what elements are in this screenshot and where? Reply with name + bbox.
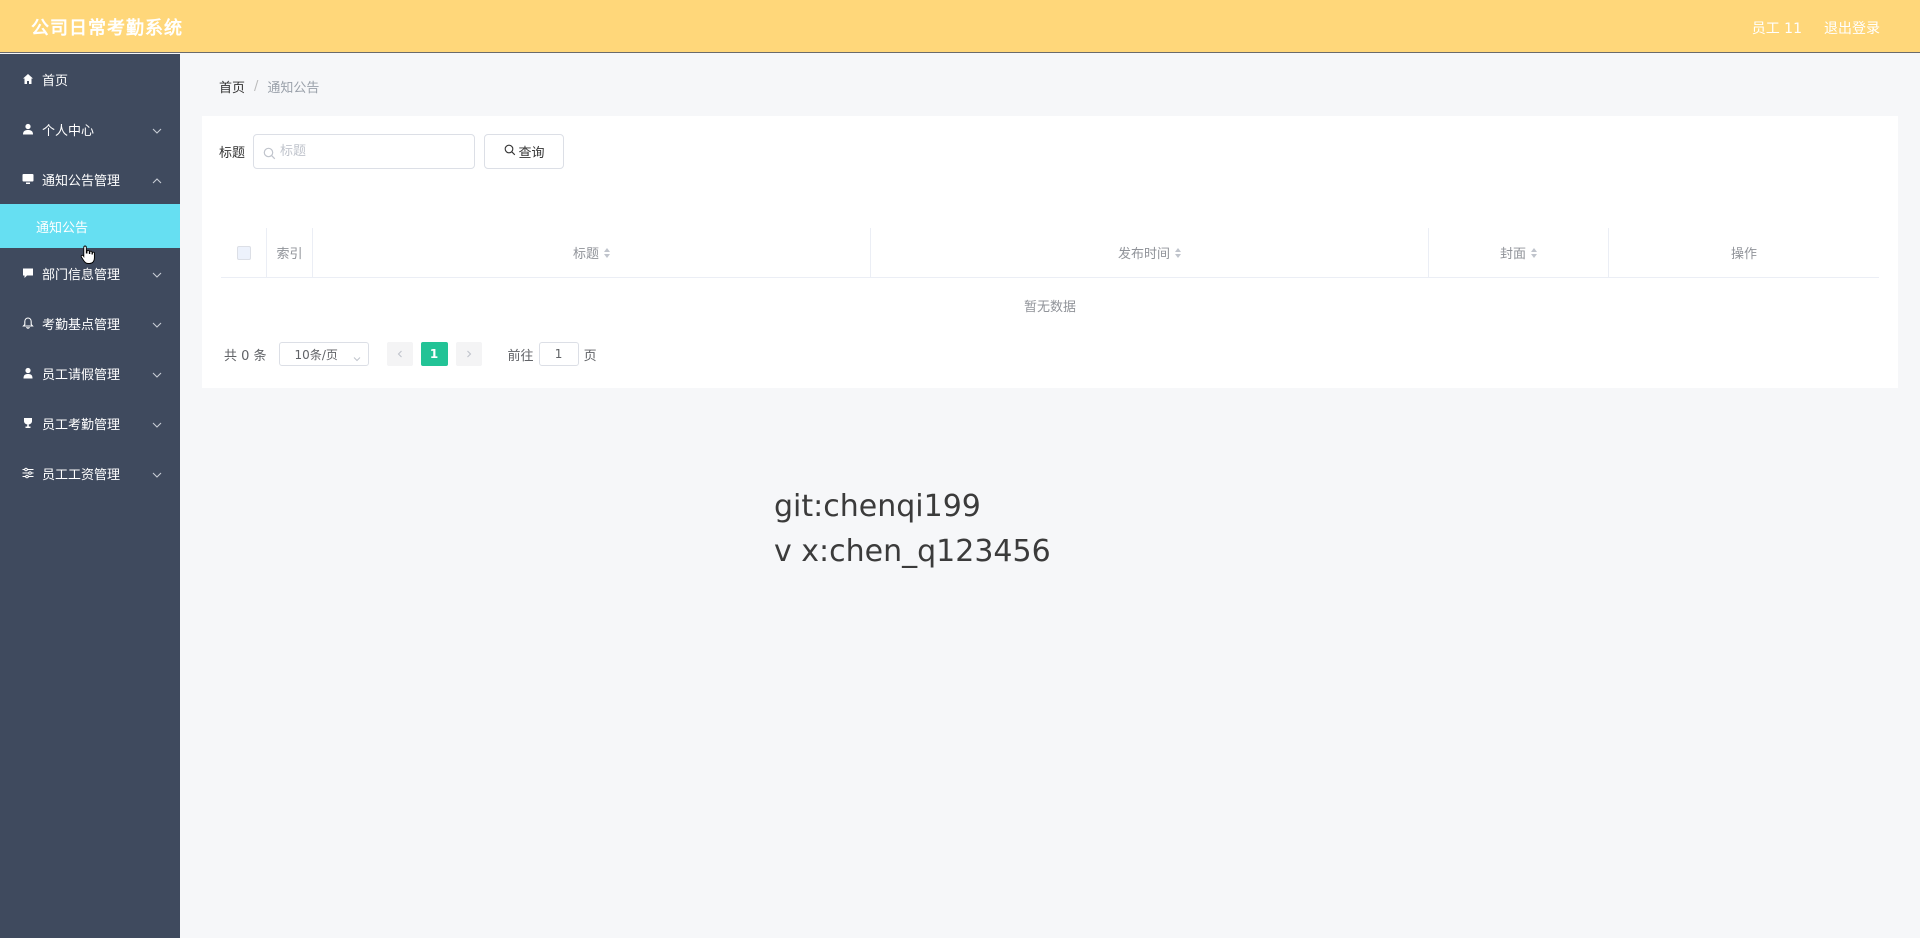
chevron-down-icon xyxy=(152,418,162,428)
sidebar-item-label: 部门信息管理 xyxy=(42,267,121,283)
pagination: 共 0 条 10条/页 1 前往 1 页 xyxy=(224,342,597,366)
page-jump-input[interactable]: 1 xyxy=(538,342,579,366)
search-icon xyxy=(263,145,276,160)
watermark-line: git:chenqi199 xyxy=(774,489,981,524)
page-jump: 前往 1 页 xyxy=(508,342,597,366)
sidebar-item-label: 个人中心 xyxy=(42,123,95,139)
sort-icon[interactable] xyxy=(604,247,610,258)
column-header-label: 标题 xyxy=(572,247,599,262)
column-select-all xyxy=(221,228,267,277)
page-number-current[interactable]: 1 xyxy=(420,342,448,366)
app-title: 公司日常考勤系统 xyxy=(31,18,183,39)
logout-button[interactable]: 退出登录 xyxy=(1824,18,1880,38)
chevron-down-icon xyxy=(353,351,361,362)
current-user-label: 员工 11 xyxy=(1751,21,1802,37)
sidebar-item-notice-management[interactable]: 通知公告管理 xyxy=(0,154,180,204)
sort-icon[interactable] xyxy=(1531,247,1537,258)
page-jump-label: 前往 xyxy=(507,348,534,364)
sidebar-item-attendance-base[interactable]: 考勤基点管理 xyxy=(0,298,180,348)
column-actions: 操作 xyxy=(1609,228,1879,277)
sidebar-item-label: 首页 xyxy=(42,73,69,89)
person-icon xyxy=(22,367,34,379)
notice-table: 索引 标题 发布时间 封面 操作 暂无数据 xyxy=(221,228,1879,332)
main-content: 首页 / 通知公告 标题 查询 xyxy=(180,54,1920,938)
trophy-icon xyxy=(22,417,34,429)
breadcrumb-separator: / xyxy=(254,79,259,94)
sidebar-item-label: 员工考勤管理 xyxy=(42,417,121,433)
user-icon xyxy=(22,123,34,135)
breadcrumb-home-link[interactable]: 首页 xyxy=(219,77,245,96)
chevron-up-icon xyxy=(152,174,162,184)
chevron-down-icon xyxy=(152,318,162,328)
sidebar-subitem-notice[interactable]: 通知公告 xyxy=(0,204,180,248)
prev-page-button[interactable] xyxy=(386,342,413,366)
header-user-area: 员工 11 退出登录 xyxy=(1752,18,1880,38)
sort-icon[interactable] xyxy=(1175,247,1181,258)
sliders-icon xyxy=(22,467,34,479)
pagination-total: 共 0 条 xyxy=(224,348,267,364)
chevron-left-icon xyxy=(396,347,404,362)
select-all-checkbox[interactable] xyxy=(236,245,251,260)
column-index: 索引 xyxy=(267,228,313,277)
search-input-wrapper xyxy=(253,134,476,169)
query-button[interactable]: 查询 xyxy=(484,134,565,169)
column-header-label: 封面 xyxy=(1499,247,1526,262)
page-size-select[interactable]: 10条/页 xyxy=(278,342,369,366)
page-jump-suffix: 页 xyxy=(583,348,597,364)
watermark-text: git:chenqi199 v x:chen_q123456 xyxy=(774,484,1051,574)
table-empty-row: 暂无数据 xyxy=(221,278,1879,332)
search-icon xyxy=(504,144,516,160)
chevron-down-icon xyxy=(152,268,162,278)
sidebar-item-label: 考勤基点管理 xyxy=(42,317,121,333)
column-header-label: 操作 xyxy=(1730,247,1757,262)
search-title-input[interactable] xyxy=(280,135,471,168)
table-empty-text: 暂无数据 xyxy=(1023,299,1076,315)
column-publish-time[interactable]: 发布时间 xyxy=(871,228,1429,277)
sidebar-subitem-label: 通知公告 xyxy=(36,220,89,236)
sidebar-item-attendance-management[interactable]: 员工考勤管理 xyxy=(0,398,180,448)
page-size-value: 10条/页 xyxy=(294,347,338,362)
watermark-line: v x:chen_q123456 xyxy=(774,534,1051,569)
search-form: 标题 查询 xyxy=(219,134,565,169)
column-header-label: 索引 xyxy=(276,247,303,262)
sidebar-item-salary-management[interactable]: 员工工资管理 xyxy=(0,448,180,498)
sidebar-item-home[interactable]: 首页 xyxy=(0,54,180,104)
top-header: 公司日常考勤系统 员工 11 退出登录 xyxy=(0,0,1920,53)
chevron-down-icon xyxy=(152,368,162,378)
sidebar-item-label: 通知公告管理 xyxy=(42,173,121,189)
monitor-icon xyxy=(22,173,34,185)
table-header: 索引 标题 发布时间 封面 操作 xyxy=(221,228,1879,278)
chat-icon xyxy=(22,267,34,279)
column-title[interactable]: 标题 xyxy=(313,228,871,277)
search-title-label: 标题 xyxy=(219,146,246,161)
mouse-pointer-icon xyxy=(80,245,96,265)
notice-list-card: 标题 查询 索引 xyxy=(202,116,1898,388)
sidebar-item-label: 员工工资管理 xyxy=(42,467,121,483)
query-button-label: 查询 xyxy=(518,146,545,161)
column-header-label: 发布时间 xyxy=(1117,247,1170,262)
chevron-down-icon xyxy=(152,124,162,134)
chevron-down-icon xyxy=(152,468,162,478)
sidebar-item-leave-management[interactable]: 员工请假管理 xyxy=(0,348,180,398)
column-cover[interactable]: 封面 xyxy=(1429,228,1609,277)
sidebar-menu: 首页 个人中心 通知公告管理 通知公告 部门信息管理 考勤基点管理 员工请假管理… xyxy=(0,54,180,938)
sidebar-item-label: 员工请假管理 xyxy=(42,367,121,383)
breadcrumb-current: 通知公告 xyxy=(267,81,320,96)
bell-icon xyxy=(22,317,34,329)
chevron-right-icon xyxy=(465,347,473,362)
home-icon xyxy=(22,73,34,85)
breadcrumb: 首页 / 通知公告 xyxy=(219,77,319,96)
next-page-button[interactable] xyxy=(455,342,482,366)
sidebar-item-personal-center[interactable]: 个人中心 xyxy=(0,104,180,154)
